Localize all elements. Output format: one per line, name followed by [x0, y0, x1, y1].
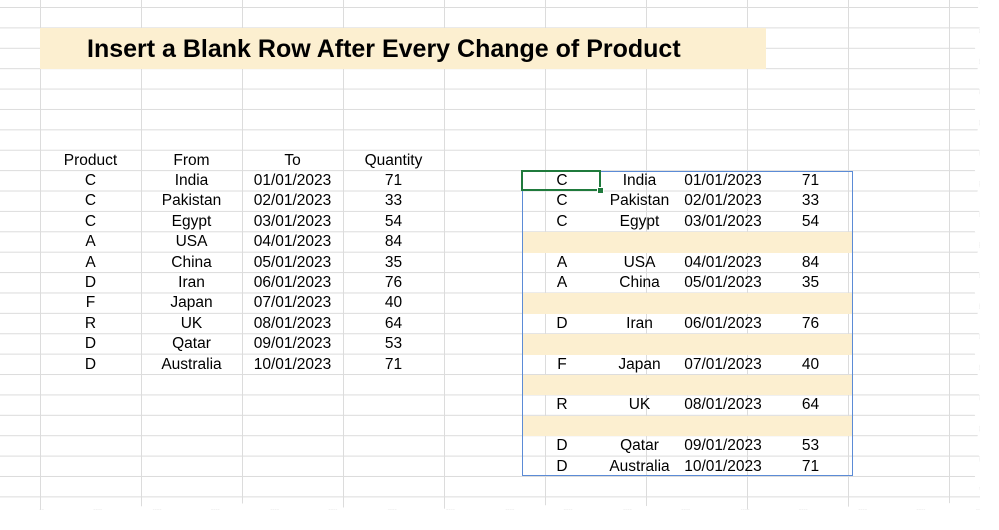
result-cell-product[interactable]: D: [523, 436, 601, 456]
blank-row[interactable]: [523, 232, 853, 253]
blank-row[interactable]: [523, 375, 853, 396]
source-cell-product[interactable]: A: [40, 253, 141, 273]
source-cell-quantity[interactable]: 53: [343, 334, 444, 354]
source-cell-quantity[interactable]: 35: [343, 253, 444, 273]
result-cell-from[interactable]: Australia: [601, 457, 678, 477]
blank-row[interactable]: [523, 334, 853, 355]
result-cell-to[interactable]: 01/01/2023: [678, 171, 768, 191]
result-cell-quantity[interactable]: 35: [768, 273, 853, 293]
source-cell-from[interactable]: Iran: [141, 273, 242, 293]
result-cell-from[interactable]: Egypt: [601, 212, 678, 232]
header-to[interactable]: To: [242, 151, 343, 171]
result-cell-to[interactable]: 10/01/2023: [678, 457, 768, 477]
source-cell-to[interactable]: 03/01/2023: [242, 212, 343, 232]
result-cell-quantity[interactable]: 33: [768, 191, 853, 211]
source-cell-to[interactable]: 10/01/2023: [242, 355, 343, 375]
source-cell-product[interactable]: F: [40, 293, 141, 313]
result-cell-quantity[interactable]: 71: [768, 171, 853, 191]
result-cell-quantity[interactable]: 64: [768, 395, 853, 415]
source-cell-quantity[interactable]: 71: [343, 355, 444, 375]
page-title: Insert a Blank Row After Every Change of…: [87, 35, 681, 63]
result-cell-to[interactable]: 05/01/2023: [678, 273, 768, 293]
source-cell-quantity[interactable]: 40: [343, 293, 444, 313]
result-cell-product[interactable]: R: [523, 395, 601, 415]
source-cell-quantity[interactable]: 84: [343, 232, 444, 252]
source-cell-to[interactable]: 06/01/2023: [242, 273, 343, 293]
source-cell-quantity[interactable]: 76: [343, 273, 444, 293]
source-cell-product[interactable]: C: [40, 191, 141, 211]
source-cell-from[interactable]: Qatar: [141, 334, 242, 354]
source-cell-from[interactable]: USA: [141, 232, 242, 252]
result-cell-product[interactable]: A: [523, 273, 601, 293]
source-cell-to[interactable]: 09/01/2023: [242, 334, 343, 354]
result-cell-from[interactable]: Japan: [601, 355, 678, 375]
source-cell-to[interactable]: 04/01/2023: [242, 232, 343, 252]
result-cell-quantity[interactable]: 84: [768, 253, 853, 273]
result-cell-to[interactable]: 08/01/2023: [678, 395, 768, 415]
result-cell-product[interactable]: C: [523, 171, 601, 191]
result-cell-from[interactable]: USA: [601, 253, 678, 273]
source-cell-to[interactable]: 02/01/2023: [242, 191, 343, 211]
source-cell-from[interactable]: China: [141, 253, 242, 273]
result-cell-product[interactable]: C: [523, 191, 601, 211]
blank-row[interactable]: [523, 415, 853, 437]
result-cell-quantity[interactable]: 76: [768, 314, 853, 334]
result-cell-to[interactable]: 02/01/2023: [678, 191, 768, 211]
source-cell-quantity[interactable]: 33: [343, 191, 444, 211]
result-cell-from[interactable]: Qatar: [601, 436, 678, 456]
result-cell-from[interactable]: UK: [601, 395, 678, 415]
fill-handle[interactable]: [597, 187, 604, 194]
result-cell-product[interactable]: F: [523, 355, 601, 375]
source-cell-quantity[interactable]: 71: [343, 171, 444, 191]
source-cell-product[interactable]: R: [40, 314, 141, 334]
result-cell-product[interactable]: C: [523, 212, 601, 232]
header-quantity[interactable]: Quantity: [343, 151, 444, 171]
result-cell-product[interactable]: A: [523, 253, 601, 273]
source-cell-quantity[interactable]: 64: [343, 314, 444, 334]
source-cell-product[interactable]: D: [40, 334, 141, 354]
source-cell-from[interactable]: Egypt: [141, 212, 242, 232]
result-cell-to[interactable]: 07/01/2023: [678, 355, 768, 375]
source-cell-product[interactable]: C: [40, 212, 141, 232]
result-cell-quantity[interactable]: 40: [768, 355, 853, 375]
source-cell-quantity[interactable]: 54: [343, 212, 444, 232]
source-cell-to[interactable]: 01/01/2023: [242, 171, 343, 191]
header-product[interactable]: Product: [40, 151, 141, 171]
source-cell-product[interactable]: C: [40, 171, 141, 191]
source-cell-from[interactable]: UK: [141, 314, 242, 334]
result-cell-from[interactable]: China: [601, 273, 678, 293]
source-cell-to[interactable]: 08/01/2023: [242, 314, 343, 334]
result-cell-from[interactable]: Iran: [601, 314, 678, 334]
blank-row[interactable]: [523, 293, 853, 314]
source-cell-from[interactable]: Pakistan: [141, 191, 242, 211]
result-cell-quantity[interactable]: 53: [768, 436, 853, 456]
result-cell-to[interactable]: 03/01/2023: [678, 212, 768, 232]
source-cell-to[interactable]: 07/01/2023: [242, 293, 343, 313]
source-cell-product[interactable]: D: [40, 273, 141, 293]
source-cell-to[interactable]: 05/01/2023: [242, 253, 343, 273]
result-cell-to[interactable]: 06/01/2023: [678, 314, 768, 334]
source-cell-from[interactable]: Australia: [141, 355, 242, 375]
result-cell-from[interactable]: Pakistan: [601, 191, 678, 211]
result-cell-to[interactable]: 09/01/2023: [678, 436, 768, 456]
source-cell-product[interactable]: A: [40, 232, 141, 252]
header-from[interactable]: From: [141, 151, 242, 171]
result-cell-quantity[interactable]: 54: [768, 212, 853, 232]
source-cell-from[interactable]: Japan: [141, 293, 242, 313]
result-cell-to[interactable]: 04/01/2023: [678, 253, 768, 273]
source-cell-product[interactable]: D: [40, 355, 141, 375]
source-cell-from[interactable]: India: [141, 171, 242, 191]
result-cell-product[interactable]: D: [523, 457, 601, 477]
result-cell-from[interactable]: India: [601, 171, 678, 191]
result-cell-product[interactable]: D: [523, 314, 601, 334]
result-cell-quantity[interactable]: 71: [768, 457, 853, 477]
